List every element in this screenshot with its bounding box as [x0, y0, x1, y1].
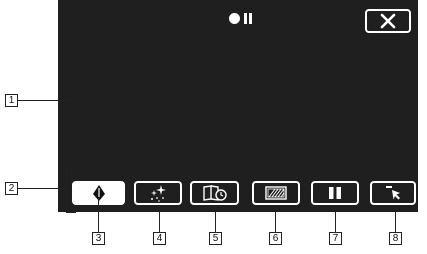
callout-line-7	[335, 205, 336, 232]
callout-label-3: 3	[92, 232, 105, 245]
book-timer-button[interactable]	[190, 181, 239, 205]
close-icon	[380, 13, 396, 29]
record-dot-icon	[229, 13, 240, 24]
cursor-button[interactable]	[370, 181, 416, 205]
callout-label-5: 5	[209, 232, 222, 245]
callout-line-4	[159, 205, 160, 232]
pause-icon	[329, 187, 341, 199]
callout-bracket-top	[66, 168, 76, 169]
pause-button[interactable]	[311, 181, 359, 205]
callout-label-2: 2	[5, 182, 18, 195]
callout-label-1: 1	[5, 94, 18, 107]
callout-line-1	[18, 100, 78, 101]
callout-bracket-vertical	[66, 168, 67, 213]
screen-pattern-button[interactable]	[252, 181, 300, 205]
callout-line-5	[215, 205, 216, 232]
book-clock-icon	[202, 185, 227, 201]
callout-bracket-bottom	[66, 212, 76, 213]
cursor-arrow-icon	[386, 186, 400, 200]
callout-line-8	[395, 205, 396, 232]
callout-label-7: 7	[329, 232, 342, 245]
callout-line-3	[98, 198, 99, 232]
close-button[interactable]	[365, 9, 411, 33]
callout-line-6	[275, 205, 276, 232]
hatched-screen-icon	[265, 186, 287, 200]
callout-label-8: 8	[389, 232, 402, 245]
sparkle-icon	[151, 185, 166, 202]
callout-label-4: 4	[153, 232, 166, 245]
callout-line-2	[18, 188, 66, 189]
callout-label-6: 6	[269, 232, 282, 245]
camera-screen	[58, 0, 418, 212]
pause-indicator-icon	[243, 13, 253, 24]
sparkle-effect-button[interactable]	[134, 181, 182, 205]
